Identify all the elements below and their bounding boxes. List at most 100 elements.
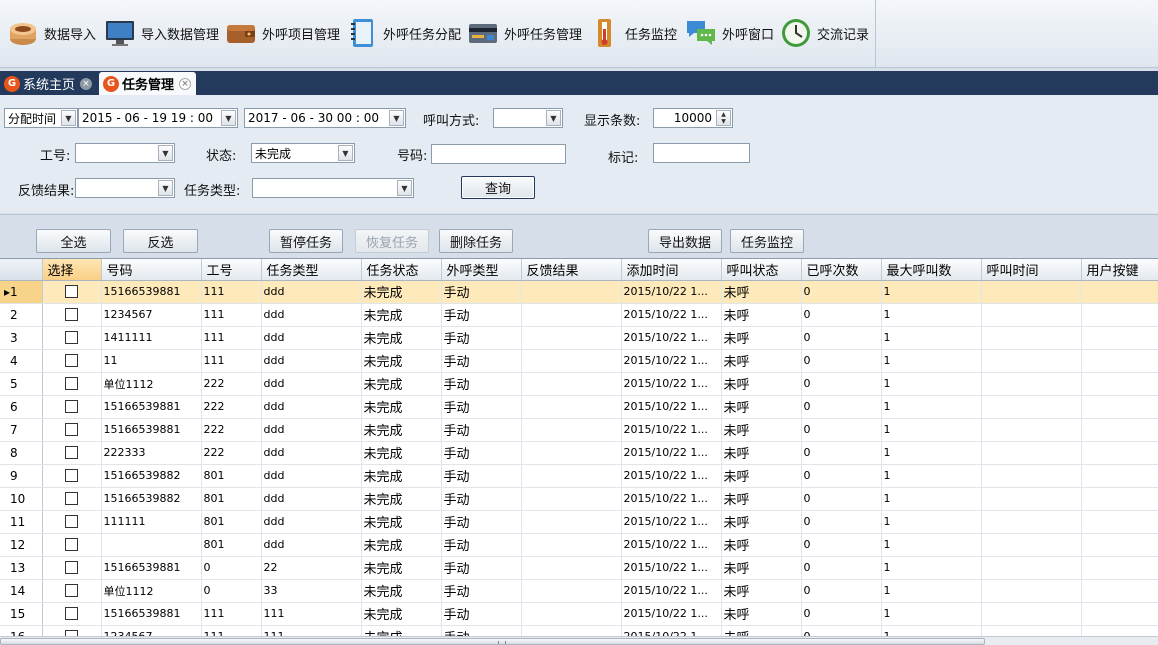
spinner-icon[interactable]: ▲ ▼ bbox=[716, 110, 731, 126]
row-number[interactable]: 12 bbox=[0, 533, 43, 557]
table-row[interactable]: 14 单位1112 0 33 未完成 手动 2015/10/22 1... 未呼 0 1 bbox=[0, 579, 1158, 603]
mark-input[interactable] bbox=[653, 143, 750, 163]
toolbar-call-window-button[interactable]: 外呼窗口 bbox=[684, 14, 774, 52]
feedback-select[interactable]: ▼ bbox=[75, 178, 175, 198]
table-row[interactable]: 7 15166539881 222 ddd 未完成 手动 2015/10/22 1... 未呼… bbox=[0, 418, 1158, 442]
chevron-down-icon[interactable]: ▼ bbox=[61, 110, 76, 126]
table-row[interactable]: 161234567111111未完成手动2015/10/22 1...未呼01 bbox=[0, 625, 1158, 636]
row-checkbox[interactable] bbox=[65, 377, 78, 391]
table-row[interactable]: 2 1234567 111 ddd 未完成 手动 2015/10/22 1... 未呼 0 1 bbox=[0, 303, 1158, 327]
row-checkbox[interactable] bbox=[65, 515, 78, 529]
date-to-picker[interactable]: 2017 - 06 - 30 00 : 00 ▼ bbox=[244, 108, 406, 128]
row-number[interactable]: 14 bbox=[0, 579, 43, 603]
number-input[interactable] bbox=[431, 144, 566, 164]
row-number[interactable]: 5 bbox=[0, 372, 43, 396]
row-checkbox[interactable] bbox=[65, 561, 78, 575]
row-number[interactable]: 2 bbox=[0, 303, 43, 327]
date-from-picker[interactable]: 2015 - 06 - 19 19 : 00 ▼ bbox=[78, 108, 238, 128]
column-header[interactable]: 最大呼叫数 bbox=[881, 259, 982, 281]
close-icon[interactable]: × bbox=[80, 77, 93, 90]
chevron-down-icon[interactable]: ▼ bbox=[158, 180, 173, 196]
row-number[interactable]: ▸1 bbox=[0, 280, 43, 304]
invert-selection-button[interactable]: 反选 bbox=[123, 229, 198, 253]
row-checkbox[interactable] bbox=[65, 446, 78, 460]
column-header[interactable]: 选择 bbox=[42, 259, 102, 281]
column-header[interactable]: 呼叫状态 bbox=[721, 259, 802, 281]
column-header[interactable]: 已呼次数 bbox=[801, 259, 882, 281]
chevron-down-icon[interactable]: ▼ bbox=[221, 110, 236, 126]
chevron-down-icon[interactable]: ▼ bbox=[397, 180, 412, 196]
row-number[interactable]: 4 bbox=[0, 349, 43, 373]
column-header[interactable]: 工号 bbox=[201, 259, 262, 281]
tab-task-management[interactable]: G 任务管理 × bbox=[99, 72, 196, 95]
scrollbar-thumb[interactable] bbox=[0, 638, 985, 645]
table-row[interactable]: 9 15166539882 801 ddd 未完成 手动 2015/10/22 1... 未呼… bbox=[0, 464, 1158, 488]
row-number[interactable]: 10 bbox=[0, 487, 43, 511]
toolbar-task-monitor-button[interactable]: 任务监控 bbox=[587, 14, 677, 52]
chevron-down-icon[interactable]: ▼ bbox=[158, 145, 173, 161]
table-row[interactable]: 13 15166539881 0 22 未完成 手动 2015/10/22 1... 未呼 0 1 bbox=[0, 556, 1158, 580]
emp-id-select[interactable]: ▼ bbox=[75, 143, 175, 163]
tab-home[interactable]: G 系统主页 × bbox=[0, 72, 97, 95]
chevron-down-icon[interactable]: ▼ bbox=[389, 110, 404, 126]
row-number[interactable]: 7 bbox=[0, 418, 43, 442]
row-checkbox[interactable] bbox=[65, 469, 78, 483]
row-number[interactable]: 8 bbox=[0, 441, 43, 465]
chevron-down-icon[interactable]: ▼ bbox=[338, 145, 353, 161]
grid-corner-header[interactable] bbox=[0, 259, 43, 281]
row-checkbox[interactable] bbox=[65, 423, 78, 437]
call-mode-select[interactable]: ▼ bbox=[493, 108, 563, 128]
select-all-button[interactable]: 全选 bbox=[36, 229, 111, 253]
table-row[interactable]: 12 801 ddd 未完成 手动 2015/10/22 1... 未呼 0 1 bbox=[0, 533, 1158, 557]
table-row[interactable]: 10 15166539882 801 ddd 未完成 手动 2015/10/22 1... 未… bbox=[0, 487, 1158, 511]
row-checkbox[interactable] bbox=[65, 538, 78, 552]
table-row[interactable]: 5 单位1112 222 ddd 未完成 手动 2015/10/22 1... 未呼 0 1 bbox=[0, 372, 1158, 396]
row-checkbox[interactable] bbox=[65, 400, 78, 414]
column-header[interactable]: 用户按键 bbox=[1081, 259, 1158, 281]
table-row[interactable]: 11 111111 801 ddd 未完成 手动 2015/10/22 1... 未呼 0 1 bbox=[0, 510, 1158, 534]
row-checkbox[interactable] bbox=[65, 607, 78, 621]
table-row[interactable]: 4 11 111 ddd 未完成 手动 2015/10/22 1... 未呼 0 1 bbox=[0, 349, 1158, 373]
export-data-button[interactable]: 导出数据 bbox=[648, 229, 722, 253]
chevron-down-icon[interactable]: ▼ bbox=[546, 110, 561, 126]
query-button[interactable]: 查询 bbox=[461, 176, 535, 199]
status-select[interactable]: 未完成 ▼ bbox=[251, 143, 355, 163]
row-number[interactable]: 13 bbox=[0, 556, 43, 580]
row-checkbox[interactable] bbox=[65, 308, 78, 322]
column-header[interactable]: 反馈结果 bbox=[521, 259, 622, 281]
column-header[interactable]: 号码 bbox=[101, 259, 202, 281]
toolbar-communication-log-button[interactable]: 交流记录 bbox=[779, 14, 869, 52]
task-type-select[interactable]: ▼ bbox=[252, 178, 414, 198]
delete-task-button[interactable]: 删除任务 bbox=[439, 229, 513, 253]
task-monitor-button[interactable]: 任务监控 bbox=[730, 229, 804, 253]
row-number[interactable]: 9 bbox=[0, 464, 43, 488]
close-icon[interactable]: × bbox=[179, 77, 192, 90]
row-number[interactable]: 6 bbox=[0, 395, 43, 419]
toolbar-task-manage-button[interactable]: 外呼任务管理 bbox=[466, 14, 582, 52]
toolbar-project-manage-button[interactable]: 外呼项目管理 bbox=[224, 14, 340, 52]
row-number[interactable]: 3 bbox=[0, 326, 43, 350]
table-row[interactable]: 3 1411111 111 ddd 未完成 手动 2015/10/22 1... 未呼 0 1 bbox=[0, 326, 1158, 350]
horizontal-scrollbar[interactable] bbox=[0, 636, 1158, 645]
column-header[interactable]: 外呼类型 bbox=[441, 259, 522, 281]
toolbar-data-import-button[interactable]: 数据导入 bbox=[6, 14, 96, 52]
table-row[interactable]: 8 222333 222 ddd 未完成 手动 2015/10/22 1... 未呼 0 1 bbox=[0, 441, 1158, 465]
column-header[interactable]: 任务类型 bbox=[261, 259, 362, 281]
row-number[interactable]: 11 bbox=[0, 510, 43, 534]
resume-task-button[interactable]: 恢复任务 bbox=[355, 229, 429, 253]
table-row[interactable]: 15 15166539881 111 111 未完成 手动 2015/10/22 1... 未… bbox=[0, 602, 1158, 626]
column-header[interactable]: 呼叫时间 bbox=[981, 259, 1082, 281]
toolbar-task-assign-button[interactable]: 外呼任务分配 bbox=[345, 14, 461, 52]
row-number[interactable]: 16 bbox=[0, 625, 43, 636]
time-type-select[interactable]: 分配时间 ▼ bbox=[4, 108, 78, 128]
row-checkbox[interactable] bbox=[65, 354, 78, 368]
table-row[interactable]: 6 15166539881 222 ddd 未完成 手动 2015/10/22 1... 未呼… bbox=[0, 395, 1158, 419]
row-checkbox[interactable] bbox=[65, 331, 78, 345]
row-checkbox[interactable] bbox=[65, 492, 78, 506]
column-header[interactable]: 任务状态 bbox=[361, 259, 442, 281]
row-checkbox[interactable] bbox=[65, 285, 78, 299]
display-count-stepper[interactable]: 10000 ▲ ▼ bbox=[653, 108, 733, 128]
table-row[interactable]: ▸1 15166539881 111 ddd 未完成 手动 2015/10/22 1... 未… bbox=[0, 280, 1158, 304]
pause-task-button[interactable]: 暂停任务 bbox=[269, 229, 343, 253]
toolbar-import-data-manage-button[interactable]: 导入数据管理 bbox=[103, 14, 219, 52]
